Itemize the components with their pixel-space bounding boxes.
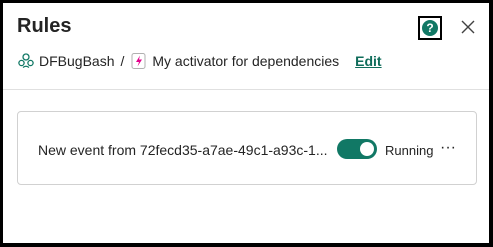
- rule-enabled-toggle[interactable]: [337, 139, 377, 159]
- panel-title: Rules: [17, 15, 72, 37]
- edit-link[interactable]: Edit: [355, 53, 381, 69]
- more-icon: ···: [440, 139, 456, 156]
- toggle-knob: [360, 142, 374, 156]
- close-icon: [461, 20, 475, 34]
- rule-status: Running: [385, 143, 434, 158]
- header-divider: [3, 89, 489, 90]
- breadcrumb-separator: /: [120, 53, 125, 69]
- help-button[interactable]: ?: [418, 16, 442, 40]
- breadcrumb-item[interactable]: My activator for dependencies: [152, 53, 339, 69]
- help-circle-icon: ?: [422, 20, 438, 36]
- workspace-icon: [18, 53, 34, 69]
- rule-name[interactable]: New event from 72fecd35-a7ae-49c1-a93c-1…: [38, 142, 328, 158]
- activator-icon: [131, 53, 146, 69]
- more-options-button[interactable]: ···: [438, 138, 458, 158]
- breadcrumb: DFBugBash / My activator for dependencie…: [17, 50, 382, 72]
- breadcrumb-workspace[interactable]: DFBugBash: [39, 53, 114, 69]
- rule-card[interactable]: New event from 72fecd35-a7ae-49c1-a93c-1…: [17, 111, 477, 185]
- rules-panel: Rules ? DFBugBash / My activator for dep…: [3, 3, 489, 243]
- close-button[interactable]: [458, 17, 478, 37]
